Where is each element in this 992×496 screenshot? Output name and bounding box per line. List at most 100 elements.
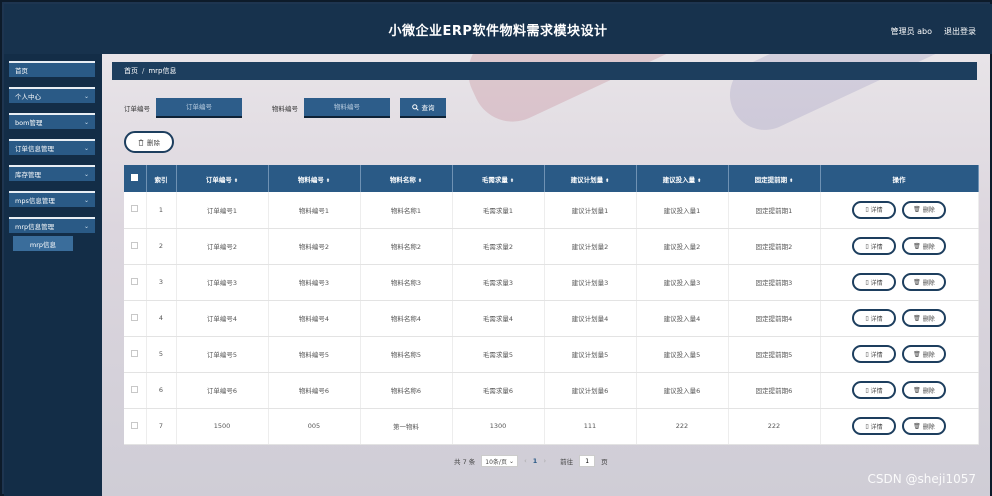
material-number-input[interactable] (304, 98, 390, 118)
chevron-down-icon: ⌄ (83, 118, 89, 126)
detail-button-label: 详情 (870, 387, 883, 395)
delete-button[interactable]: 🗑︎ 删除 (902, 417, 946, 435)
row-actions: ▯ 详情 🗑︎ 删除 (820, 336, 979, 373)
column-header[interactable]: 建议投入量 ⬍ (636, 165, 729, 192)
sort-icon[interactable]: ⬍ (605, 178, 609, 184)
sidebar-item-home[interactable]: 首页 (9, 61, 95, 77)
select-all-checkbox[interactable] (124, 165, 147, 192)
column-header[interactable]: 建议计划量 ⬍ (544, 165, 637, 192)
search-button[interactable]: 查询 (400, 98, 446, 118)
current-page-number[interactable]: 1 (533, 457, 538, 465)
sidebar-item-inventory[interactable]: 库存管理 ⌄ (9, 165, 95, 181)
detail-button[interactable]: ▯ 详情 (852, 237, 896, 255)
column-header-label: 索引 (154, 175, 168, 184)
detail-button[interactable]: ▯ 详情 (852, 417, 896, 435)
table-cell: 2 (146, 228, 177, 265)
detail-button[interactable]: ▯ 详情 (852, 273, 896, 291)
logout-link[interactable]: 退出登录 (944, 26, 976, 37)
column-header[interactable]: 毛需求量 ⬍ (452, 165, 545, 192)
table-cell: 物料编号5 (268, 336, 361, 373)
sort-icon[interactable]: ⬍ (418, 178, 422, 184)
detail-button[interactable]: ▯ 详情 (852, 200, 896, 219)
row-actions: ▯ 详情 🗑︎ 删除 (820, 372, 979, 409)
column-header[interactable]: 固定提前期 ⬍ (728, 165, 821, 192)
table-cell: 1 (146, 192, 177, 229)
column-header[interactable]: 物料名称 ⬍ (360, 165, 453, 192)
table-cell: 物料编号3 (268, 264, 361, 301)
row-checkbox[interactable] (124, 336, 147, 373)
sidebar-subitem-mrp-info[interactable]: mrp信息 (13, 236, 73, 251)
detail-button[interactable]: ▯ 详情 (852, 309, 896, 327)
sidebar-item-bom[interactable]: bom管理 ⌄ (9, 113, 95, 129)
user-area: 管理员 abo 退出登录 (891, 26, 976, 37)
table-cell: 建议投入量5 (636, 336, 729, 373)
detail-button[interactable]: ▯ 详情 (852, 345, 896, 363)
table-cell: 建议计划量3 (544, 264, 637, 301)
table-cell: 建议计划量2 (544, 228, 637, 265)
row-checkbox[interactable] (124, 264, 147, 301)
sidebar-item-personal-center[interactable]: 个人中心 ⌄ (9, 87, 95, 103)
sort-icon[interactable]: ⬍ (326, 178, 330, 184)
column-header-label: 操作 (892, 175, 906, 184)
table-row: 5 订单编号5 物料编号5 物料名称5 毛需求量5 建议计划量5 建议投入量5 固定提前期5 ▯… (124, 336, 979, 373)
column-header-label: 物料编号 (297, 175, 324, 184)
delete-button-label: 删除 (922, 279, 935, 287)
table-row: 4 订单编号4 物料编号4 物料名称4 毛需求量4 建议计划量4 建议投入量4 固定提前期4 ▯… (124, 300, 979, 337)
checkbox-icon (131, 277, 139, 285)
sidebar-item-order[interactable]: 订单信息管理 ⌄ (9, 139, 95, 155)
delete-button-label: 删除 (922, 387, 935, 395)
row-checkbox[interactable] (124, 372, 147, 409)
sort-icon[interactable]: ⬍ (697, 178, 701, 184)
delete-button[interactable]: 🗑︎ 删除 (902, 381, 946, 399)
order-number-input[interactable] (156, 98, 242, 118)
delete-button[interactable]: 🗑︎ 删除 (902, 345, 946, 363)
row-checkbox[interactable] (124, 192, 147, 229)
row-checkbox[interactable] (124, 300, 147, 337)
batch-delete-label: 删除 (147, 139, 160, 147)
goto-page-input[interactable] (579, 455, 596, 467)
document-icon: ▯ (865, 386, 869, 394)
column-header[interactable]: 物料编号 ⬍ (268, 165, 361, 192)
trash-icon: 🗑︎ (913, 242, 921, 250)
table-cell: 毛需求量6 (452, 372, 545, 409)
delete-button-label: 删除 (922, 243, 935, 251)
current-user-label: 管理员 abo (890, 27, 932, 36)
checkbox-icon (131, 385, 139, 393)
column-header[interactable]: 订单编号 ⬍ (176, 165, 269, 192)
breadcrumb-separator: / (142, 67, 145, 75)
breadcrumb-home[interactable]: 首页 (124, 66, 138, 76)
chevron-down-icon: ⌄ (83, 196, 89, 204)
row-checkbox[interactable] (124, 408, 147, 445)
row-checkbox[interactable] (124, 228, 147, 265)
prev-page-button[interactable]: ‹ (524, 457, 527, 465)
row-actions: ▯ 详情 🗑︎ 删除 (820, 300, 979, 337)
delete-button[interactable]: 🗑︎ 删除 (902, 237, 946, 255)
sort-icon[interactable]: ⬍ (789, 178, 793, 184)
sidebar-item-mrp[interactable]: mrp信息管理 ⌄ (9, 217, 95, 233)
table-cell: 111 (544, 408, 637, 445)
search-icon (411, 103, 419, 111)
sort-icon[interactable]: ⬍ (234, 178, 238, 184)
delete-button[interactable]: 🗑︎ 删除 (902, 309, 946, 327)
sidebar-item-mps[interactable]: mps信息管理 ⌄ (9, 191, 95, 207)
page-size-value: 10条/页 (485, 458, 507, 466)
table-cell: 建议计划量5 (544, 336, 637, 373)
table-cell: 毛需求量5 (452, 336, 545, 373)
delete-button[interactable]: 🗑︎ 删除 (902, 273, 946, 291)
page-size-select[interactable]: 10条/页 ⌄ (481, 455, 518, 467)
goto-label: 前往 (560, 458, 574, 466)
table-cell: 6 (146, 372, 177, 409)
detail-button[interactable]: ▯ 详情 (852, 381, 896, 399)
table-cell: 3 (146, 264, 177, 301)
trash-icon: 🗑︎ (913, 314, 921, 322)
top-header: 小微企业ERP软件物料需求模块设计 管理员 abo 退出登录 (4, 4, 992, 54)
batch-delete-button[interactable]: 删除 (124, 131, 174, 153)
chevron-down-icon: ⌄ (83, 170, 89, 178)
sort-icon[interactable]: ⬍ (510, 178, 514, 184)
detail-button-label: 详情 (870, 351, 883, 359)
table-cell: 固定提前期1 (728, 192, 821, 229)
delete-button[interactable]: 🗑︎ 删除 (902, 200, 946, 219)
table-cell: 固定提前期6 (728, 372, 821, 409)
next-page-button[interactable]: › (543, 457, 546, 465)
sidebar-item-label: bom管理 (15, 119, 43, 127)
